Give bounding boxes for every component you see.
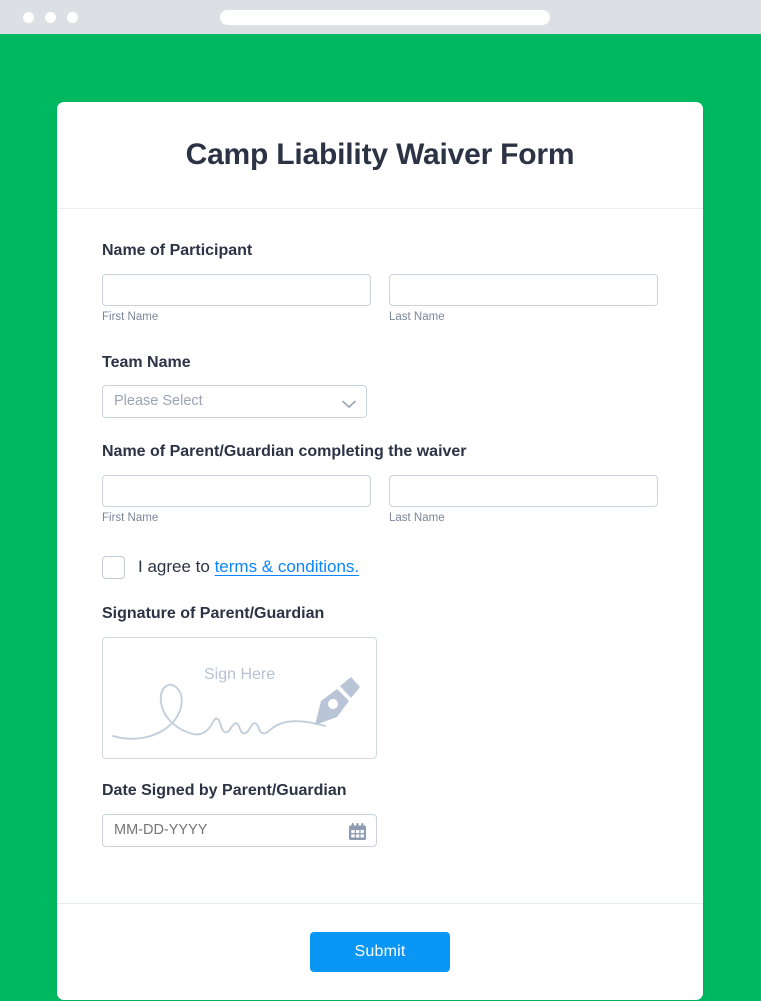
signature-placeholder-art: Sign Here: [103, 638, 376, 758]
url-address-bar[interactable]: [220, 10, 550, 25]
terms-agreement-checkbox[interactable]: [102, 555, 125, 579]
field-guardian-name: Name of Parent/Guardian completing the w…: [102, 442, 658, 526]
team-name-label: Team Name: [102, 353, 191, 371]
guardian-first-name-col: First Name: [102, 475, 371, 526]
browser-chrome-bar: [0, 0, 761, 34]
guardian-name-label: Name of Parent/Guardian completing the w…: [102, 443, 467, 461]
terms-and-conditions-link[interactable]: terms & conditions.: [215, 557, 360, 576]
form-footer: Submit: [57, 903, 703, 1000]
maximize-window-button[interactable]: [67, 11, 78, 23]
date-signed-input[interactable]: [102, 813, 377, 847]
participant-name-label: Name of Participant: [102, 242, 253, 259]
participant-last-name-sublabel: Last Name: [389, 310, 445, 323]
form-header: Camp Liability Waiver Form: [57, 102, 703, 209]
pen-nib-icon: [315, 676, 360, 725]
team-name-select-wrap: Please Select: [102, 385, 367, 419]
guardian-last-name-col: Last Name: [389, 475, 658, 526]
participant-first-name-input[interactable]: [102, 273, 371, 306]
participant-last-name-input[interactable]: [389, 273, 658, 306]
page-canvas: Camp Liability Waiver Form Name of Parti…: [0, 34, 761, 1001]
traffic-lights: [23, 11, 78, 23]
close-window-button[interactable]: [23, 11, 34, 23]
field-signature: Signature of Parent/Guardian Sign Here: [102, 604, 658, 759]
guardian-name-row: First Name Last Name: [102, 475, 658, 526]
submit-button[interactable]: Submit: [310, 932, 450, 972]
minimize-window-button[interactable]: [45, 11, 56, 23]
field-participant-name: Name of Participant First Name Last Name: [102, 241, 658, 325]
signature-pad[interactable]: Sign Here: [102, 636, 377, 759]
date-signed-label: Date Signed by Parent/Guardian: [102, 781, 347, 799]
participant-name-row: First Name Last Name: [102, 273, 658, 325]
terms-agreement-row: I agree to terms & conditions.: [102, 555, 658, 579]
guardian-first-name-sublabel: First Name: [102, 512, 159, 525]
date-signed-wrap: [102, 813, 377, 847]
waiver-form-card: Camp Liability Waiver Form Name of Parti…: [57, 102, 703, 1000]
terms-agreement-prefix: I agree to: [138, 557, 215, 577]
guardian-last-name-input[interactable]: [389, 475, 658, 508]
participant-first-name-sublabel: First Name: [102, 310, 159, 323]
signature-label: Signature of Parent/Guardian: [102, 604, 325, 622]
field-team-name: Team Name Please Select: [102, 353, 658, 419]
form-body: Name of Participant First Name Last Name…: [57, 209, 703, 847]
guardian-last-name-sublabel: Last Name: [389, 512, 445, 525]
participant-first-name-col: First Name: [102, 273, 371, 325]
page-title: Camp Liability Waiver Form: [185, 138, 575, 171]
participant-last-name-col: Last Name: [389, 273, 658, 325]
guardian-first-name-input[interactable]: [102, 475, 371, 508]
field-date-signed: Date Signed by Parent/Guardian: [102, 781, 658, 847]
team-name-select[interactable]: Please Select: [102, 385, 367, 419]
sign-here-hint: Sign Here: [204, 665, 276, 683]
terms-agreement-text: I agree to terms & conditions.: [138, 557, 359, 577]
